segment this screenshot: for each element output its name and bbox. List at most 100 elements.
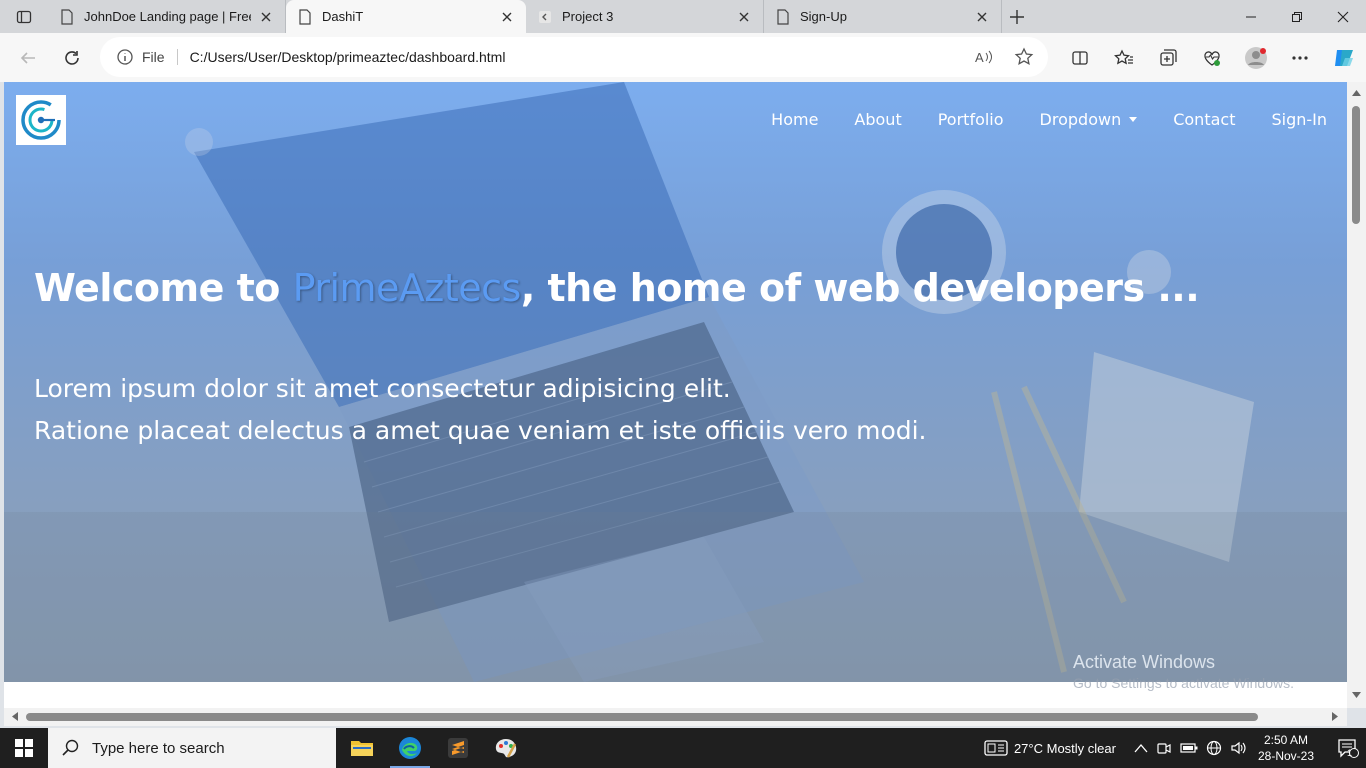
back-arrow-icon bbox=[20, 51, 35, 64]
battery-icon[interactable] bbox=[1180, 742, 1198, 754]
window-controls bbox=[1228, 0, 1366, 33]
avatar-icon bbox=[1245, 46, 1267, 69]
clock-time: 2:50 AM bbox=[1263, 733, 1308, 747]
scroll-up-arrow-icon[interactable] bbox=[1352, 90, 1361, 96]
page-icon bbox=[299, 8, 311, 25]
tab-actions-icon bbox=[16, 10, 32, 23]
new-tab-button[interactable] bbox=[1002, 0, 1032, 33]
hero-description: Lorem ipsum dolor sit amet consectetur a… bbox=[34, 368, 927, 452]
vertical-scroll-thumb[interactable] bbox=[1352, 106, 1360, 224]
nav-about-link[interactable]: About bbox=[854, 110, 901, 129]
horizontal-scroll-thumb[interactable] bbox=[26, 713, 1258, 721]
hero-line-1: Lorem ipsum dolor sit amet consectetur a… bbox=[34, 374, 731, 403]
paint-palette-icon bbox=[495, 739, 517, 758]
tab-title: Project 3 bbox=[562, 9, 614, 24]
volume-icon[interactable] bbox=[1230, 740, 1248, 756]
minimize-icon bbox=[1246, 16, 1256, 17]
notification-center-button[interactable]: 1 bbox=[1330, 738, 1366, 758]
scroll-down-arrow-icon[interactable] bbox=[1352, 692, 1361, 698]
chevron-up-icon[interactable] bbox=[1134, 743, 1148, 753]
close-tab-icon[interactable] bbox=[737, 10, 751, 24]
back-button[interactable] bbox=[6, 40, 50, 76]
start-button[interactable] bbox=[0, 728, 48, 768]
tab-dashit[interactable]: DashiT bbox=[286, 0, 526, 33]
meet-now-icon[interactable] bbox=[1156, 740, 1172, 756]
close-tab-icon[interactable] bbox=[500, 10, 514, 24]
watermark-title: Activate Windows bbox=[1073, 652, 1216, 672]
plus-icon bbox=[1010, 9, 1024, 24]
taskbar-search-box[interactable]: Type here to search bbox=[48, 728, 336, 768]
close-tab-icon[interactable] bbox=[259, 10, 273, 24]
settings-and-more-button[interactable] bbox=[1278, 33, 1322, 82]
page-icon bbox=[777, 8, 789, 25]
url-scheme-label: File bbox=[142, 49, 178, 65]
tab-project-3[interactable]: Project 3 bbox=[526, 0, 764, 33]
info-icon[interactable] bbox=[116, 48, 134, 66]
nav-home-link[interactable]: Home bbox=[771, 110, 818, 129]
search-placeholder: Type here to search bbox=[92, 739, 225, 757]
read-aloud-icon[interactable]: A bbox=[974, 47, 994, 67]
folder-icon bbox=[351, 741, 373, 756]
nav-dropdown-toggle[interactable]: Dropdown bbox=[1040, 110, 1138, 129]
url-text[interactable]: C:/Users/User/Desktop/primeaztec/dashboa… bbox=[190, 49, 506, 65]
heartbeat-icon bbox=[1204, 50, 1220, 66]
news-weather-icon bbox=[984, 740, 1008, 756]
search-icon bbox=[62, 739, 79, 756]
collections-button[interactable] bbox=[1146, 33, 1190, 82]
watermark-subtitle: Go to Settings to activate Windows. bbox=[1073, 675, 1294, 691]
scroll-right-arrow-icon[interactable] bbox=[1332, 712, 1338, 721]
caret-down-icon bbox=[1129, 117, 1138, 122]
refresh-icon bbox=[65, 50, 79, 65]
site-logo[interactable] bbox=[16, 95, 66, 145]
favorite-star-icon[interactable] bbox=[1014, 47, 1034, 67]
copilot-button[interactable] bbox=[1322, 33, 1366, 82]
nav-contact-link[interactable]: Contact bbox=[1173, 110, 1235, 129]
toolbar-right-actions bbox=[1058, 33, 1366, 82]
split-screen-button[interactable] bbox=[1058, 33, 1102, 82]
globe-network-icon[interactable] bbox=[1206, 740, 1222, 756]
taskbar-paint[interactable] bbox=[482, 728, 530, 768]
restore-button[interactable] bbox=[1274, 0, 1320, 33]
more-dots-icon bbox=[1292, 55, 1308, 60]
nav-signin-link[interactable]: Sign-In bbox=[1271, 110, 1327, 129]
vertical-scrollbar[interactable] bbox=[1347, 82, 1366, 708]
close-tab-icon[interactable] bbox=[975, 10, 989, 24]
svg-text:A: A bbox=[975, 50, 984, 65]
hero-title-suffix: , the home of web developers ... bbox=[520, 266, 1200, 310]
nav-portfolio-link[interactable]: Portfolio bbox=[938, 110, 1004, 129]
browser-toolbar: File C:/Users/User/Desktop/primeaztec/da… bbox=[0, 33, 1366, 82]
weather-text: 27°C Mostly clear bbox=[1013, 740, 1116, 756]
horizontal-scrollbar[interactable] bbox=[4, 708, 1347, 726]
profile-button[interactable] bbox=[1234, 33, 1278, 82]
close-window-button[interactable] bbox=[1320, 0, 1366, 33]
taskbar-clock[interactable]: 2:50 AM 28-Nov-23 bbox=[1258, 732, 1314, 764]
site-favicon-icon bbox=[539, 10, 551, 23]
hero-title: Welcome to PrimeAztecs, the home of web … bbox=[34, 266, 1200, 310]
notification-count: 1 bbox=[1346, 748, 1352, 758]
windows-logo-icon bbox=[15, 739, 33, 757]
collections-icon bbox=[1160, 48, 1177, 66]
tab-actions-button[interactable] bbox=[0, 0, 48, 33]
page-icon bbox=[61, 8, 73, 25]
taskbar-sublime-text[interactable] bbox=[434, 728, 482, 768]
browser-essentials-button[interactable] bbox=[1190, 33, 1234, 82]
restore-icon bbox=[1292, 11, 1302, 22]
tab-johndoe[interactable]: JohnDoe Landing page | Free Bo bbox=[48, 0, 286, 33]
sublime-text-icon bbox=[448, 738, 468, 758]
taskbar-file-explorer[interactable] bbox=[338, 728, 386, 768]
minimize-button[interactable] bbox=[1228, 0, 1274, 33]
scroll-left-arrow-icon[interactable] bbox=[12, 712, 18, 721]
tray-icons bbox=[1134, 740, 1248, 756]
copilot-icon bbox=[1335, 49, 1353, 66]
weather-widget[interactable]: 27°C Mostly clear bbox=[984, 739, 1116, 757]
brand-name: PrimeAztecs bbox=[292, 266, 522, 310]
taskbar-edge[interactable] bbox=[386, 728, 434, 768]
address-bar[interactable]: File C:/Users/User/Desktop/primeaztec/da… bbox=[100, 37, 1048, 77]
refresh-button[interactable] bbox=[50, 40, 94, 76]
tab-title: JohnDoe Landing page | Free Bo bbox=[84, 9, 251, 24]
tab-sign-up[interactable]: Sign-Up bbox=[764, 0, 1002, 33]
clock-date: 28-Nov-23 bbox=[1257, 749, 1314, 763]
primeaztecs-logo-icon bbox=[21, 100, 61, 140]
favorites-button[interactable] bbox=[1102, 33, 1146, 82]
hero-line-2: Ratione placeat delectus a amet quae ven… bbox=[34, 416, 927, 445]
